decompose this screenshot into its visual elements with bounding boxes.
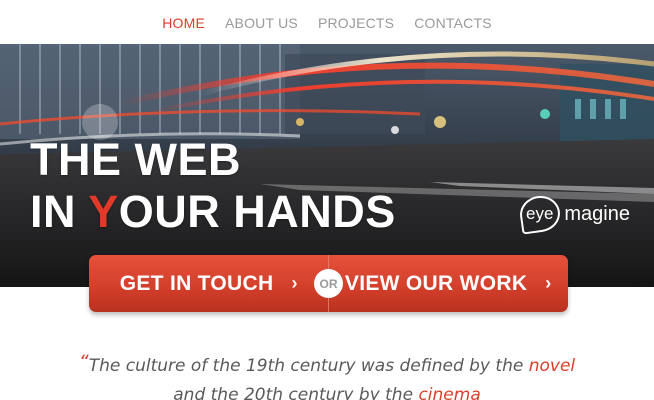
nav-item-contacts[interactable]: CONTACTS [414,13,492,31]
chevron-right-icon: › [545,273,552,293]
headline-line-2-suffix: OUR HANDS [118,186,396,237]
nav-item-projects[interactable]: PROJECTS [318,13,394,31]
quote-line-1: The culture of the 19th century was defi… [88,356,529,376]
headline-highlight-letter: Y [88,186,119,237]
logo-badge-text: eye [526,204,555,224]
chevron-right-icon: › [291,273,298,293]
logo-badge-icon: eye [518,193,563,235]
quote-block: “The culture of the 19th century was def… [0,351,654,400]
quote-highlight-novel: novel [528,356,576,376]
headline-line-2-prefix: IN [30,186,89,237]
nav-item-about-us[interactable]: ABOUT US [225,13,298,31]
get-in-touch-label: GET IN TOUCH [119,271,274,295]
hero-banner: THE WEB IN YOUR HANDS eye magine [0,44,654,287]
cta-bar: GET IN TOUCH › VIEW OUR WORK › OR [89,255,568,312]
headline-line-1: THE WEB [30,134,241,185]
logo-wordmark: magine [564,202,630,225]
get-in-touch-button[interactable]: GET IN TOUCH › [89,255,329,312]
view-our-work-button[interactable]: VIEW OUR WORK › [329,255,569,312]
quote-open-mark: “ [78,351,89,373]
quote-line-2: and the 20th century by the [173,385,419,400]
quote-highlight-cinema: cinema [418,385,481,400]
hero-headline: THE WEB IN YOUR HANDS [30,134,396,238]
eyemagine-logo[interactable]: eye magine [518,193,630,235]
view-our-work-label: VIEW OUR WORK [344,271,528,295]
nav-item-home[interactable]: HOME [162,13,205,31]
top-nav: HOME ABOUT US PROJECTS CONTACTS [0,0,654,44]
or-badge: OR [314,269,343,298]
